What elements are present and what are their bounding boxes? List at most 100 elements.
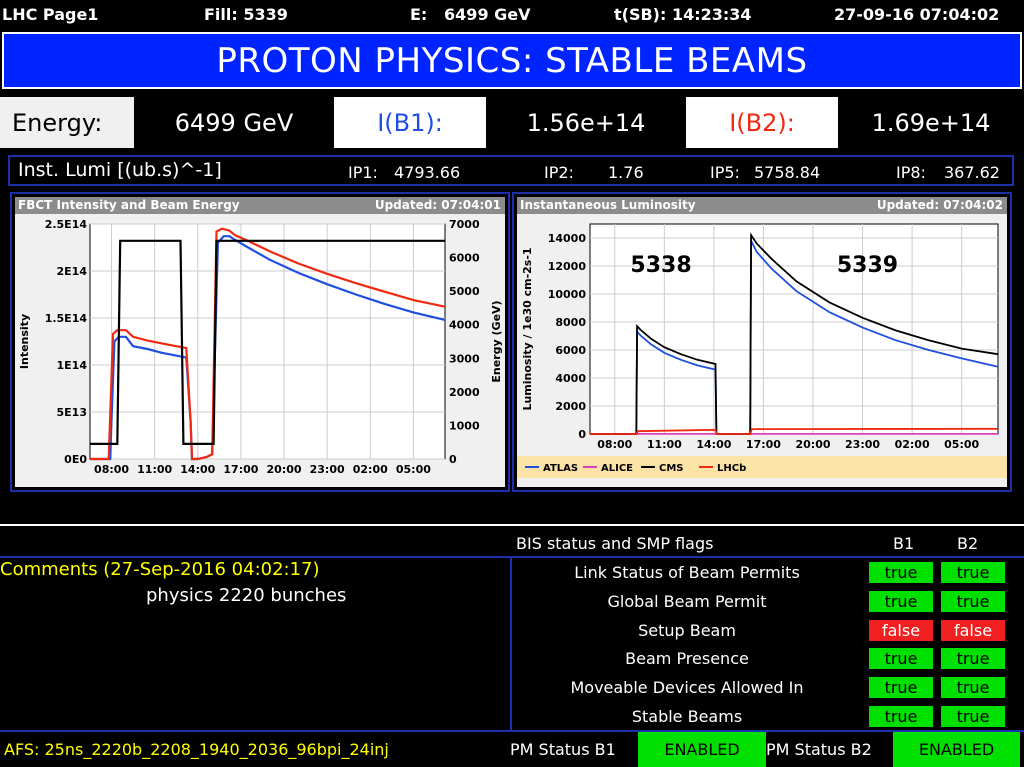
y-tick-label: 1E14 bbox=[57, 359, 88, 372]
legend-label: CMS bbox=[659, 463, 684, 474]
x-tick-label: 05:00 bbox=[396, 463, 431, 476]
page-name: LHC Page1 bbox=[2, 5, 99, 24]
ip5-value: 5758.84 bbox=[754, 163, 821, 182]
x-tick-label: 17:00 bbox=[223, 463, 258, 476]
bis-flag-b2: false bbox=[941, 619, 1005, 641]
beam-mode-banner: PROTON PHYSICS: STABLE BEAMS bbox=[2, 32, 1022, 89]
ib2-label: I(B2): bbox=[686, 97, 838, 148]
legend-label: LHCb bbox=[717, 463, 746, 474]
y2-tick-label: 0 bbox=[449, 453, 457, 466]
y2-tick-label: 1000 bbox=[449, 419, 480, 432]
lumi-plot-title: Instantaneous Luminosity bbox=[520, 198, 696, 212]
fbct-plot-updated: Updated: 07:04:01 bbox=[374, 198, 501, 212]
y-axis-label: Luminosity / 1e30 cm-2s-1 bbox=[521, 247, 534, 410]
bis-flag-label: Setup Beam bbox=[638, 620, 736, 640]
energy-value: 6499 GeV bbox=[134, 97, 334, 148]
pm-status-b1-label: PM Status B1 bbox=[510, 740, 616, 759]
y2-tick-label: 7000 bbox=[449, 218, 480, 231]
luminosity-plot-panel: Instantaneous Luminosity Updated: 07:04:… bbox=[512, 192, 1012, 492]
bis-b2-header: B2 bbox=[957, 534, 979, 553]
ip5-label: IP5: bbox=[710, 163, 740, 182]
legend-label: ALICE bbox=[601, 463, 633, 474]
bis-flag-b2: true bbox=[941, 648, 1005, 670]
footer-bar: AFS: 25ns_2220b_2208_1940_2036_96bpi_24i… bbox=[0, 730, 1024, 767]
bis-flag-row: Beam Presence true true bbox=[512, 645, 1024, 673]
ip2-value: 1.76 bbox=[608, 163, 644, 182]
ip2-label: IP2: bbox=[544, 163, 574, 182]
lumi-plot-updated: Updated: 07:04:02 bbox=[876, 198, 1003, 212]
lumi-plot-area: 08:00 11:00 14:00 17:00 20:00 23:00 02:00 05:00… bbox=[517, 214, 1007, 487]
bis-flag-row: Stable Beams true true bbox=[512, 703, 1024, 731]
bis-flag-row: Setup Beam false false bbox=[512, 617, 1024, 645]
bis-flag-label: Moveable Devices Allowed In bbox=[570, 678, 804, 698]
inst-lumi-label: Inst. Lumi [(ub.s)^-1] bbox=[18, 159, 222, 181]
pm-status-b1-value: ENABLED bbox=[638, 732, 766, 767]
fbct-intensity-plot-panel: FBCT Intensity and Beam Energy Updated: … bbox=[10, 192, 510, 492]
beam-mode-title: PROTON PHYSICS: STABLE BEAMS bbox=[216, 40, 808, 81]
y2-axis-label: Energy (GeV) bbox=[490, 300, 503, 382]
bis-flag-b1: true bbox=[869, 648, 933, 670]
y-tick-label: 2.5E14 bbox=[45, 218, 88, 231]
legend-label: ATLAS bbox=[543, 463, 578, 474]
lumi-chart: 08:00 11:00 14:00 17:00 20:00 23:00 02:00 05:00… bbox=[517, 223, 1007, 478]
fill-annotation-curr: 5339 bbox=[837, 253, 898, 278]
ib1-value: 1.56e+14 bbox=[486, 97, 686, 148]
y-tick-label: 4000 bbox=[555, 372, 586, 385]
y-tick-label: 12000 bbox=[548, 260, 587, 273]
y-tick-label: 1.5E14 bbox=[45, 312, 88, 325]
y-tick-label: 14000 bbox=[548, 232, 587, 245]
y-axis-label: Intensity bbox=[18, 314, 31, 369]
x-tick-label: 14:00 bbox=[696, 438, 731, 451]
fill-number: Fill: 5339 bbox=[204, 5, 288, 24]
ip8-value: 367.62 bbox=[944, 163, 1000, 182]
y-tick-label: 2E14 bbox=[57, 265, 88, 278]
pm-status-b2-value: ENABLED bbox=[893, 732, 1020, 767]
ib2-value: 1.69e+14 bbox=[838, 97, 1024, 148]
y-tick-label: 2000 bbox=[555, 400, 586, 413]
bis-flag-row: Global Beam Permit true true bbox=[512, 588, 1024, 616]
afs-filling-scheme: AFS: 25ns_2220b_2208_1940_2036_96bpi_24i… bbox=[4, 740, 389, 759]
bis-flag-b1: true bbox=[869, 677, 933, 699]
bis-flag-label: Global Beam Permit bbox=[607, 591, 767, 611]
bis-flag-b2: true bbox=[941, 677, 1005, 699]
bis-flag-row: Moveable Devices Allowed In true true bbox=[512, 674, 1024, 702]
y-tick-label: 10000 bbox=[548, 288, 587, 301]
beam-energy: E: 6499 GeV bbox=[410, 5, 531, 24]
y-tick-label: 5E13 bbox=[57, 406, 87, 419]
bis-flag-label: Beam Presence bbox=[625, 649, 749, 669]
top-status-bar: LHC Page1 Fill: 5339 E: 6499 GeV t(SB): … bbox=[0, 0, 1024, 30]
bis-flag-label: Stable Beams bbox=[631, 707, 743, 726]
bis-flag-label: Link Status of Beam Permits bbox=[574, 563, 800, 582]
y-tick-label: 8000 bbox=[555, 316, 586, 329]
fbct-plot-area: 08:00 11:00 14:00 17:00 20:00 23:00 02:00 05:00… bbox=[15, 214, 505, 487]
x-tick-label: 20:00 bbox=[267, 463, 302, 476]
bis-flag-row: Link Status of Beam Permits true true bbox=[512, 559, 1024, 587]
x-tick-label: 08:00 bbox=[94, 463, 129, 476]
comments-header: Comments (27-Sep-2016 04:02:17) bbox=[0, 559, 320, 580]
x-tick-label: 02:00 bbox=[895, 438, 930, 451]
bis-flag-b1: true bbox=[869, 706, 933, 727]
inst-lumi-row: Inst. Lumi [(ub.s)^-1] IP1: 4793.66 IP2:… bbox=[8, 155, 1014, 186]
stable-beams-time: t(SB): 14:23:34 bbox=[614, 5, 752, 24]
x-tick-label: 14:00 bbox=[180, 463, 215, 476]
date-time: 27-09-16 07:04:02 bbox=[834, 5, 1000, 24]
ip8-label: IP8: bbox=[896, 163, 926, 182]
x-tick-label: 05:00 bbox=[944, 438, 979, 451]
lumi-plot-header: Instantaneous Luminosity Updated: 07:04:… bbox=[517, 197, 1007, 214]
x-tick-label: 17:00 bbox=[746, 438, 781, 451]
ip1-value: 4793.66 bbox=[394, 163, 461, 182]
fbct-plot-header: FBCT Intensity and Beam Energy Updated: … bbox=[15, 197, 505, 214]
y-tick-label: 0 bbox=[578, 428, 586, 441]
x-tick-label: 11:00 bbox=[647, 438, 682, 451]
comments-text: physics 2220 bunches bbox=[146, 585, 347, 606]
bis-flag-b1: true bbox=[869, 590, 933, 612]
fbct-plot-title: FBCT Intensity and Beam Energy bbox=[18, 198, 240, 212]
x-tick-label: 08:00 bbox=[597, 438, 632, 451]
bis-flag-b1: true bbox=[869, 562, 933, 583]
x-tick-label: 02:00 bbox=[353, 463, 388, 476]
bis-flag-b2: true bbox=[941, 706, 1005, 727]
bis-b1-header: B1 bbox=[893, 534, 915, 553]
fill-annotation-prev: 5338 bbox=[630, 253, 691, 278]
y2-tick-label: 4000 bbox=[449, 319, 480, 332]
y2-tick-label: 3000 bbox=[449, 352, 480, 365]
